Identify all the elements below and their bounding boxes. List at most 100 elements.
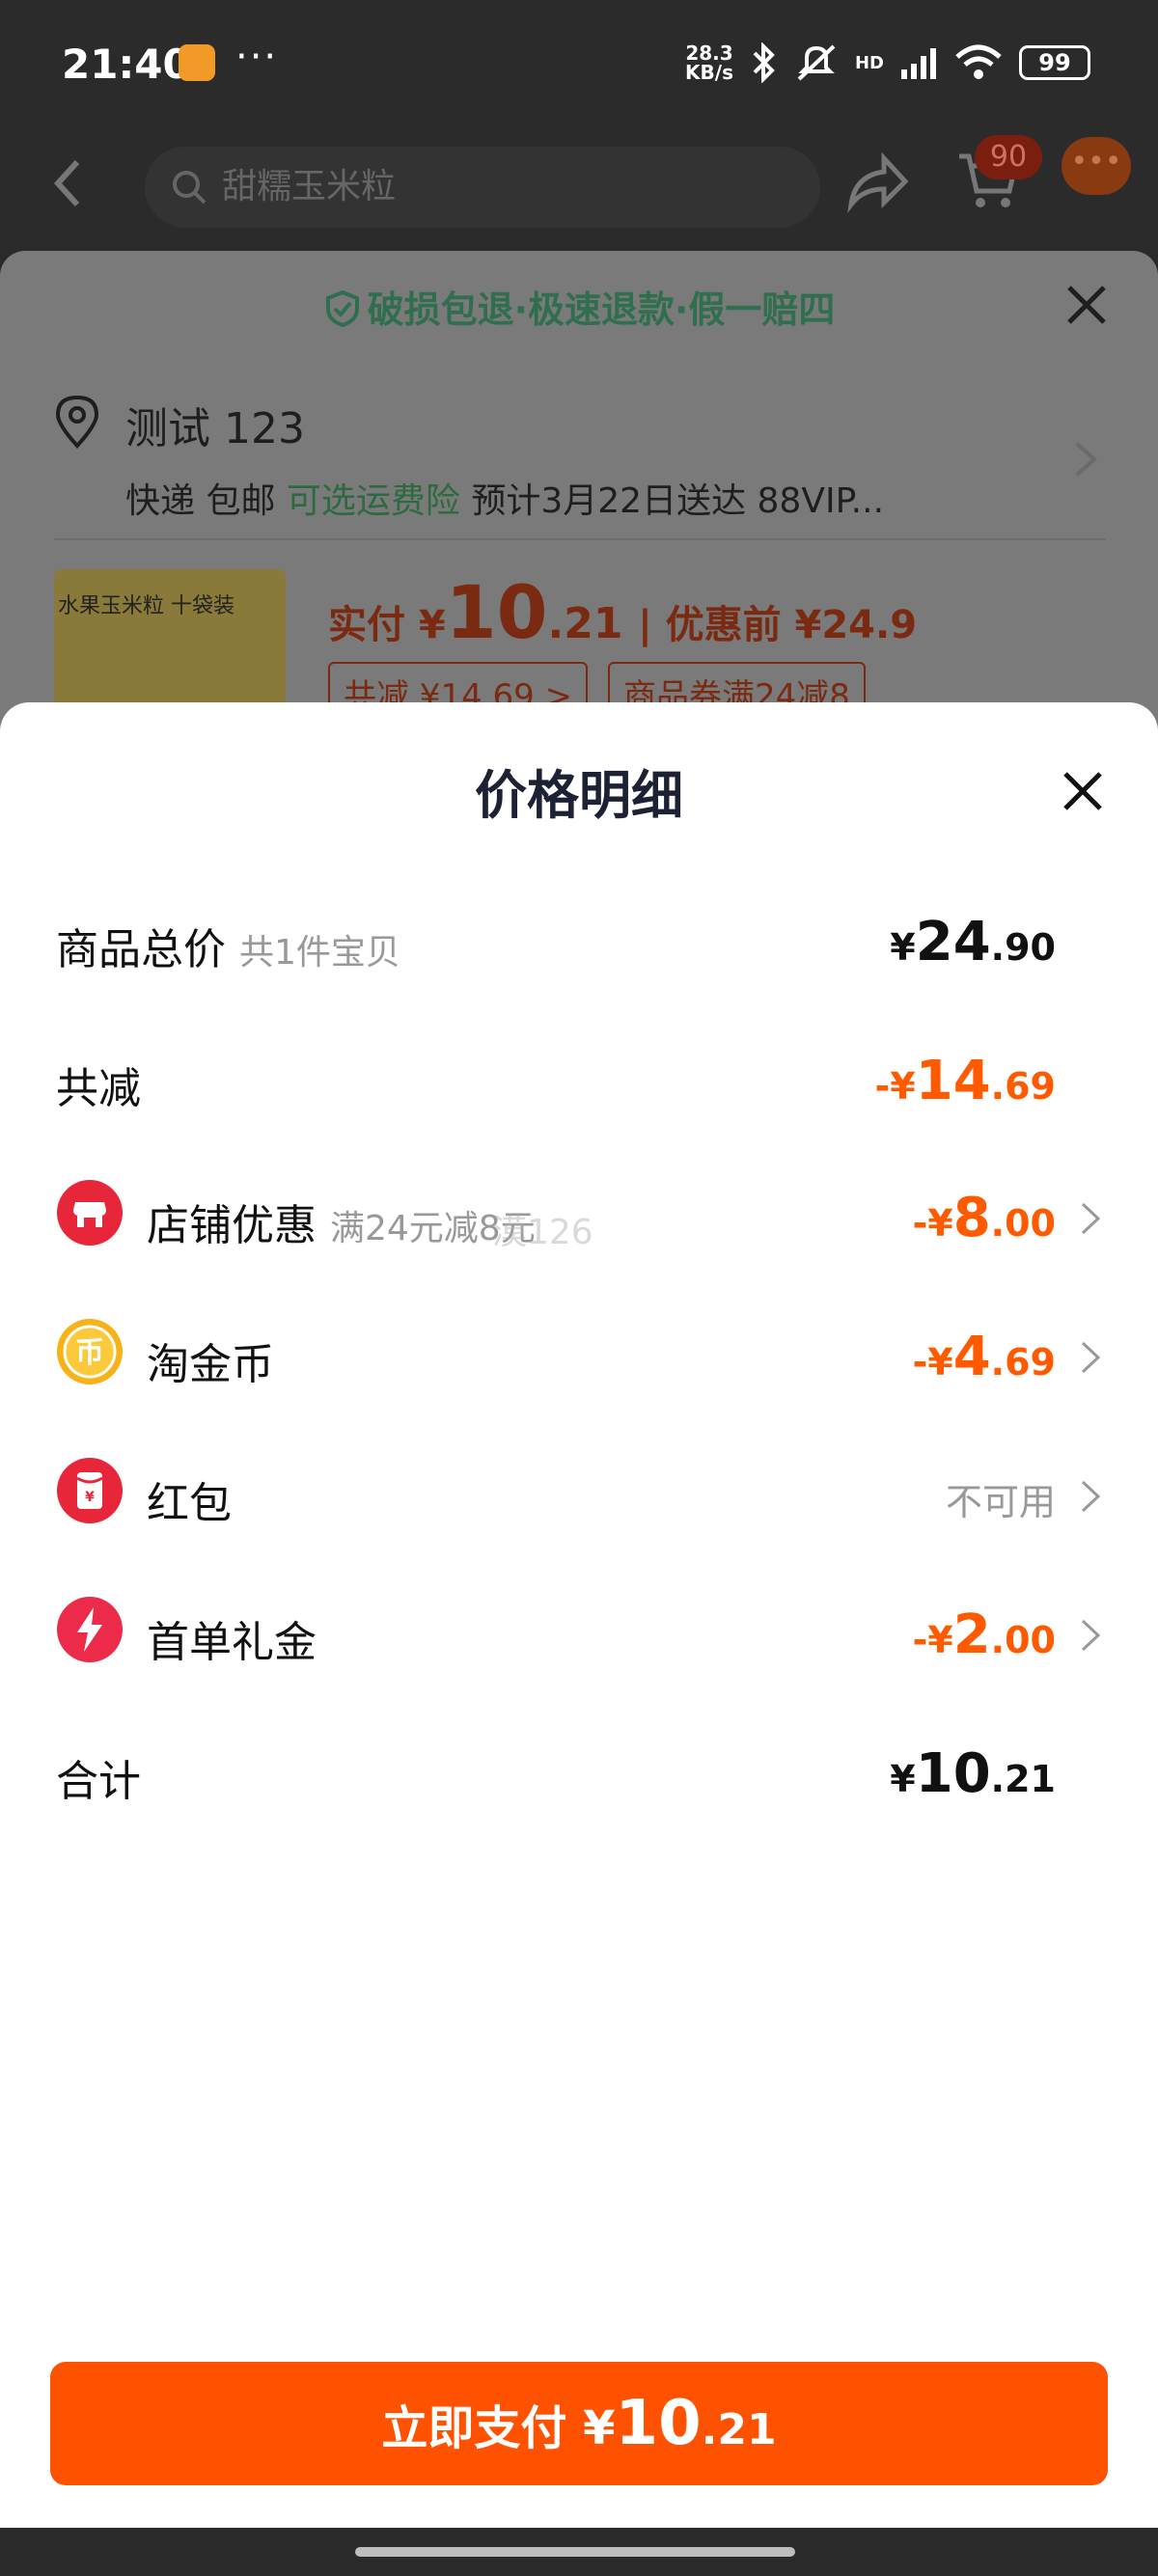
- taojinbi-amount: -¥4.69: [912, 1326, 1056, 1388]
- chevron-right-icon: [1081, 1202, 1101, 1235]
- watermark: 漠126: [492, 1213, 593, 1252]
- shield-check-icon: [325, 289, 359, 328]
- pay-label: 立即支付 ¥: [381, 2401, 616, 2455]
- price-detail-sheet: 价格明细 商品总价 共1件宝贝 ¥24.90 共减 -¥14.69 店铺优惠 满24…: [0, 702, 1158, 2528]
- amount-int: 8: [952, 1187, 991, 1249]
- row-first-order-gift[interactable]: 首单礼金 -¥2.00: [0, 1596, 1158, 1673]
- pay-now-button[interactable]: 立即支付 ¥10.21: [50, 2362, 1108, 2485]
- status-bar: 21:40 ··· 28.3 KB/s HD 99: [0, 0, 1158, 125]
- pay-amount-int: 10: [615, 2388, 702, 2459]
- goods-total-amount: ¥24.90: [890, 911, 1056, 973]
- coin-icon: 币: [57, 1319, 123, 1384]
- product-thumb-text: 水果玉米粒 十袋装: [58, 594, 234, 618]
- shop-discount-amount: -¥8.00: [912, 1187, 1056, 1249]
- amount-int: 2: [952, 1603, 991, 1666]
- paid-int: 10: [445, 569, 548, 655]
- paid-dec: .21: [547, 599, 623, 648]
- location-pin-icon: [55, 395, 99, 449]
- close-icon[interactable]: [1065, 284, 1108, 326]
- paid-label: 实付 ¥: [328, 603, 446, 647]
- net-speed-value: 28.3: [685, 41, 733, 65]
- amount-int: 4: [952, 1326, 991, 1388]
- svg-text:¥: ¥: [85, 1490, 95, 1505]
- address-name: 测试 123: [125, 404, 305, 453]
- grand-total-amount: ¥10.21: [890, 1742, 1056, 1805]
- mute-icon: [797, 44, 836, 81]
- red-envelope-status: 不可用: [945, 1481, 1056, 1523]
- shipping-eta: 预计3月22日送达 88VIP...: [471, 481, 885, 521]
- amount-prefix: -¥: [874, 1065, 916, 1108]
- signal-label: HD: [854, 52, 884, 73]
- wifi-icon: [955, 44, 1002, 79]
- before-discount: | 优惠前 ¥24.9: [638, 603, 918, 647]
- amount-prefix: ¥: [890, 926, 916, 969]
- row-label: 商品总价 共1件宝贝: [56, 915, 400, 976]
- amount-int: 10: [915, 1742, 991, 1805]
- battery-icon: 99: [1019, 45, 1090, 80]
- chevron-right-icon: [1081, 1341, 1101, 1374]
- red-envelope-icon: ¥: [57, 1458, 123, 1523]
- shipping-insurance: 可选运费险: [286, 481, 460, 521]
- signal-icon: [901, 48, 936, 79]
- amount-dec: .69: [990, 1341, 1056, 1384]
- home-indicator[interactable]: [355, 2547, 795, 2557]
- paid-price: 实付 ¥10.21 | 优惠前 ¥24.9: [328, 569, 917, 655]
- shipping-info[interactable]: 快递 包邮 可选运费险 预计3月22日送达 88VIP...: [125, 473, 884, 523]
- sheet-title: 价格明细: [475, 765, 683, 826]
- grand-total-label: 合计: [56, 1757, 141, 1806]
- net-speed: 28.3 KB/s: [685, 43, 733, 82]
- row-label: 店铺优惠 满24元减8元: [147, 1191, 536, 1252]
- search-input[interactable]: 甜糯玉米粒: [145, 147, 820, 228]
- row-taojinbi[interactable]: 币 淘金币 -¥4.69: [0, 1318, 1158, 1395]
- net-speed-unit: KB/s: [685, 61, 733, 84]
- row-grand-total: 合计 ¥10.21: [0, 1735, 1158, 1812]
- goods-count: 共1件宝贝: [239, 933, 400, 973]
- more-dots-icon: ···: [235, 35, 279, 79]
- lightning-icon: [57, 1597, 123, 1662]
- total-discount-label: 共减: [56, 1064, 141, 1113]
- taojinbi-label: 淘金币: [147, 1340, 274, 1389]
- amount-dec: .00: [990, 1202, 1056, 1245]
- amount-prefix: -¥: [912, 1619, 953, 1661]
- total-discount-amount: -¥14.69: [875, 1050, 1056, 1112]
- chevron-right-icon: [1075, 442, 1098, 477]
- back-arrow-icon[interactable]: [50, 154, 85, 212]
- amount-dec: .69: [990, 1065, 1056, 1108]
- amount-prefix: -¥: [912, 1202, 953, 1245]
- bluetooth-icon: [753, 42, 775, 83]
- app-badge-icon: [179, 44, 215, 81]
- amount-prefix: -¥: [912, 1341, 953, 1384]
- guarantee-banner: 破损包退·极速退款·假一赔四: [0, 280, 1158, 333]
- search-icon: [173, 171, 207, 205]
- cart-count-badge: 90: [975, 135, 1042, 179]
- svg-text:币: 币: [75, 1336, 104, 1370]
- pay-amount-dec: .21: [701, 2405, 777, 2454]
- amount-prefix: ¥: [890, 1758, 916, 1800]
- first-order-gift-label: 首单礼金: [147, 1618, 317, 1667]
- share-icon[interactable]: [845, 151, 909, 214]
- amount-dec: .21: [990, 1758, 1056, 1800]
- row-goods-total: 商品总价 共1件宝贝 ¥24.90: [0, 903, 1158, 980]
- amount-dec: .90: [990, 926, 1056, 969]
- shipping-method: 快递 包邮: [125, 481, 276, 521]
- red-envelope-label: 红包: [147, 1479, 232, 1528]
- shop-discount-label: 店铺优惠: [147, 1201, 317, 1250]
- search-placeholder: 甜糯玉米粒: [222, 167, 397, 206]
- amount-dec: .00: [990, 1619, 1056, 1661]
- guarantee-text: 破损包退·极速退款·假一赔四: [367, 288, 836, 331]
- goods-total-label: 商品总价: [56, 925, 226, 974]
- divider: [54, 538, 1106, 540]
- top-nav: 甜糯玉米粒 90 •••: [0, 125, 1158, 251]
- chevron-right-icon: [1081, 1619, 1101, 1652]
- row-red-envelope[interactable]: ¥ 红包 不可用: [0, 1457, 1158, 1534]
- amount-int: 24: [915, 911, 991, 973]
- chevron-right-icon: [1081, 1480, 1101, 1513]
- status-time: 21:40: [62, 41, 191, 88]
- system-nav-bar: [0, 2528, 1158, 2576]
- order-panel-background: 破损包退·极速退款·假一赔四 测试 123 快递 包邮 可选运费险 预计3月22…: [0, 251, 1158, 733]
- close-icon[interactable]: [1062, 770, 1104, 812]
- amount-int: 14: [915, 1050, 991, 1112]
- row-total-discount: 共减 -¥14.69: [0, 1042, 1158, 1119]
- message-icon[interactable]: •••: [1062, 137, 1131, 195]
- shop-icon: [57, 1180, 123, 1246]
